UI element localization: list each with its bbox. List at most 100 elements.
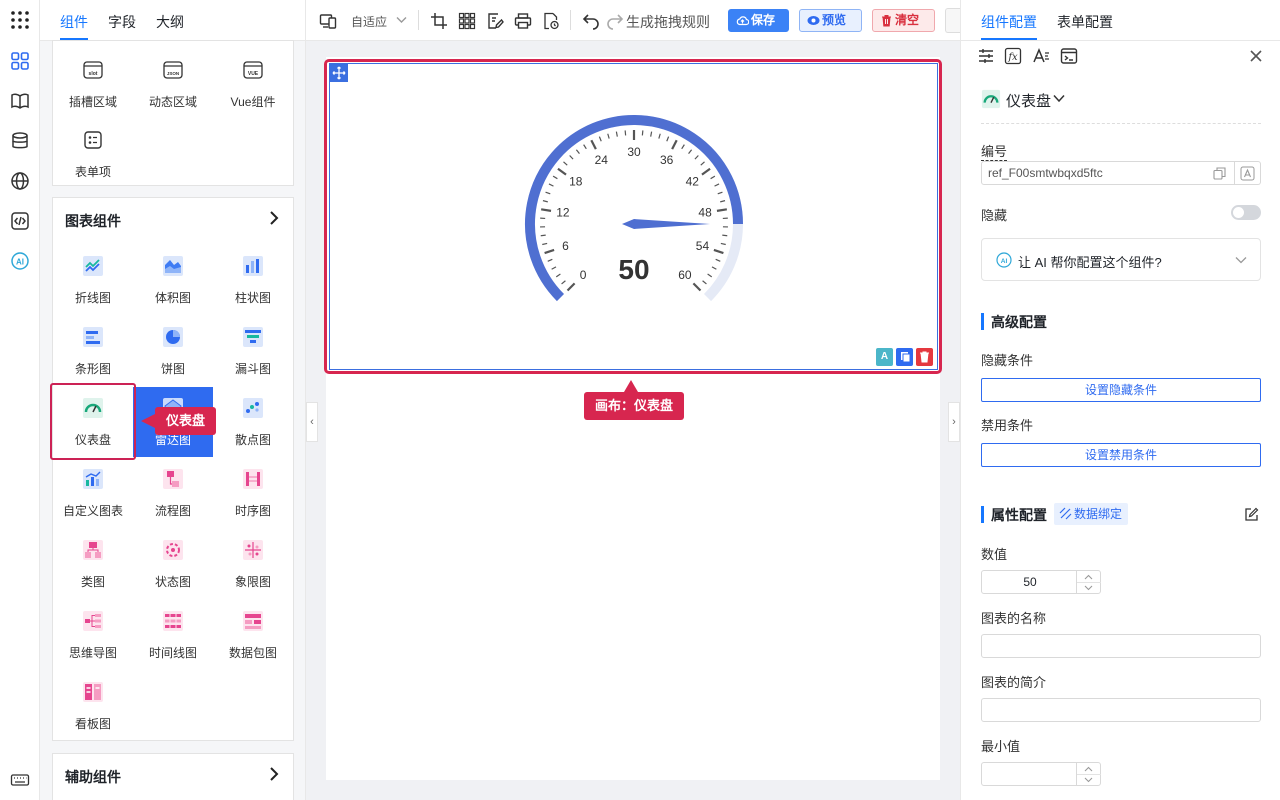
save-button[interactable]: 保存 [728, 9, 789, 32]
gauge-pointer [622, 219, 710, 229]
tab-fields[interactable]: 字段 [108, 12, 136, 32]
id-field[interactable]: ref_F00smtwbqxd5ftc [981, 161, 1235, 185]
aux-components-card: 辅助组件 [52, 753, 294, 800]
chart-item-class[interactable]: 类图 [53, 529, 133, 599]
collapse-left-handle[interactable]: ‹ [306, 402, 318, 442]
stepper-arrows[interactable] [1076, 763, 1101, 785]
gauge-minor-tick [563, 161, 568, 166]
chevron-down-icon[interactable] [1053, 94, 1065, 103]
redo-icon[interactable] [606, 12, 624, 30]
chart-desc-input[interactable] [981, 698, 1261, 722]
component-item[interactable]: 表单项 [53, 119, 133, 189]
set-disable-condition-button[interactable]: 设置禁用条件 [981, 443, 1261, 467]
value-stepper[interactable]: 50 [981, 570, 1101, 594]
chevron-up-icon[interactable] [1084, 766, 1093, 772]
chart-item-scatter[interactable]: 散点图 [213, 387, 293, 457]
tab-form-config[interactable]: 表单配置 [1057, 12, 1113, 32]
globe-icon[interactable] [10, 171, 30, 191]
packet-chart-icon [243, 611, 263, 631]
formula-icon[interactable]: fx [1004, 47, 1022, 65]
copy-icon[interactable] [1213, 167, 1226, 180]
chart-item-quadrant[interactable]: 象限图 [213, 529, 293, 599]
edit-icon[interactable] [1244, 507, 1259, 522]
link-icon [1059, 507, 1072, 520]
component-name[interactable]: 仪表盘 [1006, 90, 1051, 111]
component-item[interactable]: VUE Vue组件 [213, 49, 293, 119]
set-hide-condition-button[interactable]: 设置隐藏条件 [981, 378, 1261, 402]
chart-item-line[interactable]: 折线图 [53, 245, 133, 315]
gauge-minor-tick [575, 149, 580, 155]
gauge-minor-tick [545, 191, 551, 195]
close-icon[interactable] [1247, 47, 1265, 65]
chart-item-mindmap[interactable]: 思维导图 [53, 600, 133, 670]
chart-item-flow[interactable]: 流程图 [133, 458, 213, 528]
chevron-down-icon[interactable] [1084, 777, 1093, 783]
component-item[interactable]: slot 插槽区域 [53, 49, 133, 119]
chevron-down-icon[interactable] [1084, 585, 1093, 591]
chart-item-timeline[interactable]: 时间线图 [133, 600, 213, 670]
ai-config-panel[interactable]: AI 让 AI 帮你配置这个组件? [981, 238, 1261, 281]
tab-outline[interactable]: 大纲 [156, 12, 184, 32]
chevron-right-icon[interactable] [267, 210, 281, 226]
chevron-right-icon[interactable] [267, 766, 281, 782]
min-value-stepper[interactable] [981, 762, 1101, 786]
item-label: 体积图 [154, 291, 191, 305]
chart-item-bar[interactable]: 条形图 [53, 316, 133, 386]
adapt-select[interactable]: 自适应 [351, 13, 387, 30]
undo-icon[interactable] [582, 12, 600, 30]
chart-item-pie[interactable]: 饼图 [133, 316, 213, 386]
json-code-icon[interactable] [542, 12, 560, 30]
ai-icon[interactable]: AI [10, 251, 30, 271]
device-icon[interactable] [319, 12, 337, 30]
json-icon: JSON [163, 61, 183, 79]
chart-item-custom[interactable]: 自定义图表 [53, 458, 133, 528]
gauge-value-label: 50 [618, 254, 649, 285]
chart-item-column[interactable]: 柱状图 [213, 245, 293, 315]
terminal-icon[interactable] [1060, 47, 1078, 65]
chart-item-area[interactable]: 体积图 [133, 245, 213, 315]
generate-rules-button[interactable]: 生成拖拽规则 [626, 12, 710, 32]
item-label: 插槽区域 [68, 95, 117, 109]
code-icon[interactable] [10, 211, 30, 231]
print-icon[interactable] [514, 12, 532, 30]
chart-item-sequence[interactable]: 时序图 [213, 458, 293, 528]
data-binding-button[interactable]: 数据绑定 [1054, 503, 1129, 525]
chart-item-state[interactable]: 状态图 [133, 529, 213, 599]
delete-tool-button[interactable] [916, 348, 933, 366]
chart-item-funnel[interactable]: 漏斗图 [213, 316, 293, 386]
apps-grid-icon[interactable] [10, 10, 30, 30]
chart-name-input[interactable] [981, 634, 1261, 658]
tab-components[interactable]: 组件 [60, 12, 88, 32]
chart-item-packet[interactable]: 数据包图 [213, 600, 293, 670]
keyboard-icon[interactable] [10, 770, 30, 790]
chart-item-kanban[interactable]: 看板图 [53, 671, 133, 741]
sliders-icon[interactable] [977, 47, 995, 65]
gauge-widget[interactable]: 0 6 12 18 24 30 36 42 48 54 60 50 A [329, 63, 938, 370]
hidden-toggle[interactable] [1231, 205, 1261, 220]
chevron-up-icon[interactable] [1084, 574, 1093, 580]
text-style-icon[interactable] [1032, 47, 1050, 65]
tab-component-config[interactable]: 组件配置 [981, 12, 1037, 32]
edit-icon[interactable] [486, 12, 504, 30]
id-case-button[interactable] [1235, 161, 1261, 185]
overflow-button[interactable] [945, 8, 960, 33]
gauge-minor-tick [714, 183, 720, 187]
crop-icon[interactable] [430, 12, 448, 30]
grid-icon[interactable] [458, 12, 476, 30]
move-handle-icon[interactable] [330, 64, 348, 82]
component-item[interactable]: JSON 动态区域 [133, 49, 213, 119]
chevron-down-icon[interactable] [396, 16, 407, 24]
gauge-major-tick [671, 139, 678, 150]
gauge-minor-tick [615, 131, 618, 137]
database-icon[interactable] [10, 131, 30, 151]
ai-tool-button[interactable]: A [876, 348, 893, 366]
item-label: 动态区域 [148, 95, 197, 109]
book-icon[interactable] [10, 91, 30, 111]
clear-button[interactable]: 清空 [872, 9, 935, 32]
components-icon[interactable] [10, 51, 30, 71]
preview-button[interactable]: 预览 [799, 9, 862, 32]
copy-tool-button[interactable] [896, 348, 913, 366]
value-input[interactable]: 50 [982, 571, 1078, 593]
collapse-right-handle[interactable]: › [948, 402, 960, 442]
stepper-arrows[interactable] [1076, 571, 1101, 593]
